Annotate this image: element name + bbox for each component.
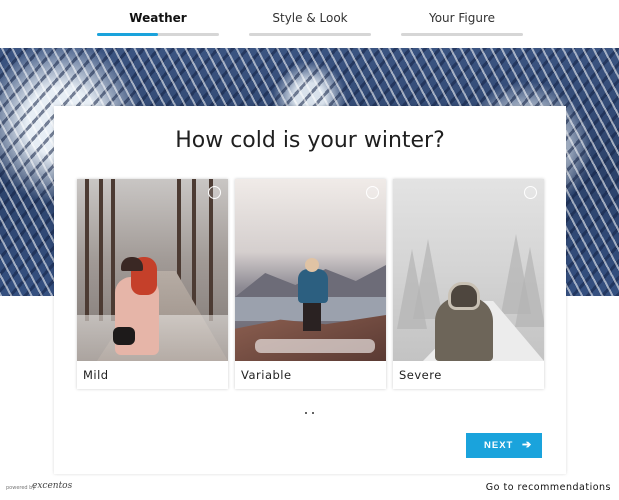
- variable-winter-photo: [235, 179, 386, 361]
- pager-dots: [305, 412, 317, 416]
- next-button[interactable]: NEXT ➔: [466, 433, 542, 458]
- question-card: How cold is your winter? Mild Variable S…: [54, 106, 566, 474]
- go-to-recommendations-link[interactable]: Go to recommendations: [486, 482, 611, 493]
- tab-style-look-progress-track: [249, 33, 371, 36]
- tab-weather[interactable]: Weather: [97, 0, 219, 48]
- tab-your-figure-label: Your Figure: [428, 11, 496, 25]
- tab-your-figure-progress-track: [401, 33, 523, 36]
- powered-by-text: powered by: [6, 485, 36, 491]
- step-navigation: Weather Style & Look Your Figure: [0, 0, 619, 48]
- tab-weather-progress-track: [97, 33, 219, 36]
- arrow-right-icon: ➔: [522, 439, 533, 451]
- tab-weather-progress-fill: [97, 33, 158, 36]
- option-radio-mild[interactable]: [208, 186, 221, 199]
- pager-dot-1[interactable]: [305, 412, 307, 414]
- next-button-label: NEXT: [484, 440, 514, 451]
- option-card-mild[interactable]: Mild: [77, 179, 228, 389]
- option-radio-severe[interactable]: [524, 186, 537, 199]
- option-radio-variable[interactable]: [366, 186, 379, 199]
- tab-style-look-label: Style & Look: [272, 11, 348, 25]
- tab-your-figure[interactable]: Your Figure: [401, 0, 523, 48]
- option-card-severe[interactable]: Severe: [393, 179, 544, 389]
- option-label-mild: Mild: [83, 368, 109, 382]
- pager-dot-2[interactable]: [312, 412, 314, 414]
- excentos-logo: excentos: [32, 481, 73, 491]
- severe-winter-photo: [393, 179, 544, 361]
- tab-weather-label: Weather: [129, 11, 187, 25]
- option-card-variable[interactable]: Variable: [235, 179, 386, 389]
- mild-winter-photo: [77, 179, 228, 361]
- tab-style-look[interactable]: Style & Look: [249, 0, 371, 48]
- option-label-variable: Variable: [241, 368, 292, 382]
- option-label-severe: Severe: [399, 368, 442, 382]
- question-title: How cold is your winter?: [175, 128, 445, 153]
